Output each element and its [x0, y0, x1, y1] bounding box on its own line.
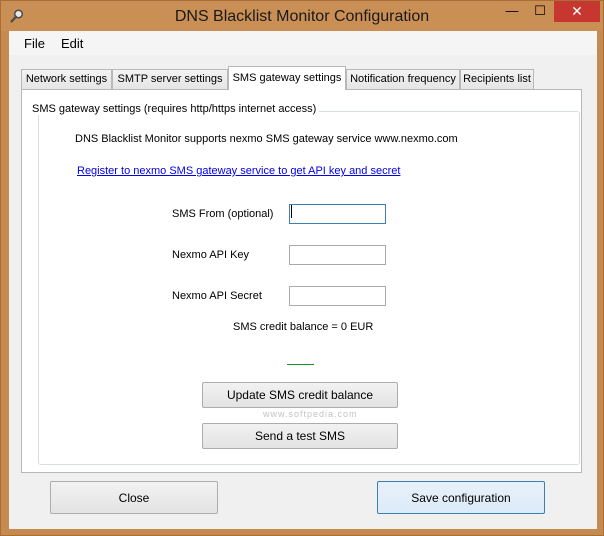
status-indicator-line — [287, 364, 314, 365]
close-button[interactable]: Close — [50, 481, 218, 514]
tab-notification-frequency[interactable]: Notification frequency — [346, 69, 460, 89]
maximize-button[interactable]: ☐ — [526, 1, 554, 22]
api-key-label: Nexmo API Key — [172, 249, 250, 261]
api-key-input[interactable] — [289, 245, 386, 265]
client-area: File Edit Network settings SMTP server s… — [9, 31, 597, 529]
menu-edit[interactable]: Edit — [61, 36, 83, 51]
register-link[interactable]: Register to nexmo SMS gateway service to… — [77, 165, 400, 177]
api-secret-input[interactable] — [289, 286, 386, 306]
send-test-sms-button[interactable]: Send a test SMS — [202, 423, 398, 449]
softpedia-watermark: www.softpedia.com — [263, 409, 358, 419]
api-secret-label: Nexmo API Secret — [172, 290, 262, 302]
menu-bar: File Edit — [9, 31, 597, 55]
update-balance-button[interactable]: Update SMS credit balance — [202, 382, 398, 408]
save-configuration-button[interactable]: Save configuration — [377, 481, 545, 514]
tab-recipients-list[interactable]: Recipients list — [460, 69, 534, 89]
app-window: DNS Blacklist Monitor Configuration — ☐ … — [0, 0, 604, 536]
title-bar[interactable]: DNS Blacklist Monitor Configuration — ☐ … — [1, 1, 603, 31]
close-window-button[interactable]: ✕ — [554, 1, 600, 22]
text-caret — [291, 205, 292, 218]
intro-text: DNS Blacklist Monitor supports nexmo SMS… — [75, 133, 458, 145]
sms-from-label: SMS From (optional) — [172, 208, 274, 220]
tab-smtp-server-settings[interactable]: SMTP server settings — [112, 69, 228, 89]
group-title: SMS gateway settings (requires http/http… — [29, 103, 320, 115]
sms-balance-text: SMS credit balance = 0 EUR — [233, 321, 374, 333]
menu-file[interactable]: File — [24, 36, 45, 51]
tab-network-settings[interactable]: Network settings — [21, 69, 112, 89]
sms-from-input[interactable] — [289, 204, 386, 224]
minimize-button[interactable]: — — [498, 1, 526, 22]
tab-sms-gateway-settings[interactable]: SMS gateway settings — [228, 66, 346, 90]
